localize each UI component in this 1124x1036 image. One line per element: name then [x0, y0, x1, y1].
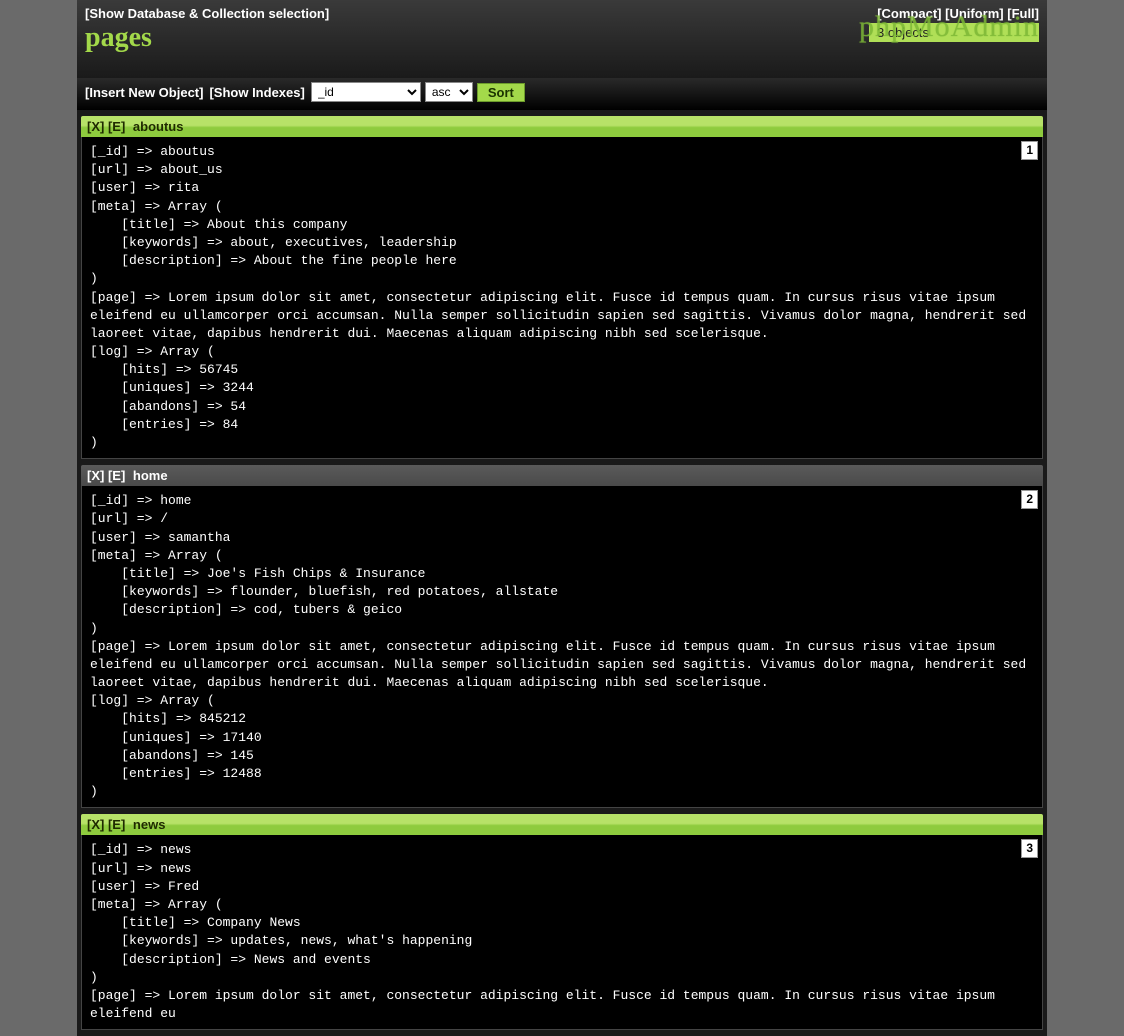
- header-top: [Show Database & Collection selection] p…: [85, 6, 1039, 54]
- edit-object-button[interactable]: [E]: [108, 468, 125, 483]
- object-index-badge: 1: [1021, 141, 1038, 160]
- object-card: [X] [E] home[_id] => home [url] => / [us…: [81, 465, 1043, 808]
- show-db-link[interactable]: [Show Database & Collection selection]: [85, 6, 329, 21]
- delete-object-button[interactable]: [X]: [87, 817, 104, 832]
- delete-object-button[interactable]: [X]: [87, 468, 104, 483]
- app-container: [Show Database & Collection selection] p…: [77, 0, 1047, 1036]
- edit-object-button[interactable]: [E]: [108, 817, 125, 832]
- object-index-badge: 3: [1021, 839, 1038, 858]
- view-full[interactable]: [Full]: [1007, 6, 1039, 21]
- object-body: [_id] => home [url] => / [user] => saman…: [81, 486, 1043, 808]
- collection-title: pages: [85, 23, 869, 54]
- object-body: [_id] => aboutus [url] => about_us [user…: [81, 137, 1043, 459]
- view-uniform[interactable]: [Uniform]: [945, 6, 1004, 21]
- object-index-badge: 2: [1021, 490, 1038, 509]
- show-indexes-link[interactable]: [Show Indexes]: [209, 85, 304, 100]
- object-header: [X] [E] home: [81, 465, 1043, 486]
- view-modes: [Compact] [Uniform] [Full]: [869, 6, 1039, 21]
- insert-object-link[interactable]: [Insert New Object]: [85, 85, 203, 100]
- header-left: [Show Database & Collection selection] p…: [85, 6, 869, 54]
- object-header: [X] [E] aboutus: [81, 116, 1043, 137]
- object-count-badge: 3 objects: [869, 23, 1039, 42]
- toolbar: [Insert New Object] [Show Indexes] _id a…: [77, 78, 1047, 110]
- edit-object-button[interactable]: [E]: [108, 119, 125, 134]
- sort-direction-select[interactable]: ascdesc: [425, 82, 473, 102]
- sort-button[interactable]: Sort: [477, 83, 525, 102]
- object-title: home: [129, 468, 167, 483]
- object-body: [_id] => news [url] => news [user] => Fr…: [81, 835, 1043, 1030]
- object-header: [X] [E] news: [81, 814, 1043, 835]
- view-compact[interactable]: [Compact]: [877, 6, 941, 21]
- object-title: aboutus: [129, 119, 183, 134]
- object-card: [X] [E] news[_id] => news [url] => news …: [81, 814, 1043, 1030]
- header-right: [Compact] [Uniform] [Full] 3 objects: [869, 6, 1039, 42]
- sort-field-select[interactable]: _id: [311, 82, 421, 102]
- header: [Show Database & Collection selection] p…: [77, 0, 1047, 78]
- object-title: news: [129, 817, 165, 832]
- objects-list: [X] [E] aboutus[_id] => aboutus [url] =>…: [77, 116, 1047, 1036]
- object-card: [X] [E] aboutus[_id] => aboutus [url] =>…: [81, 116, 1043, 459]
- delete-object-button[interactable]: [X]: [87, 119, 104, 134]
